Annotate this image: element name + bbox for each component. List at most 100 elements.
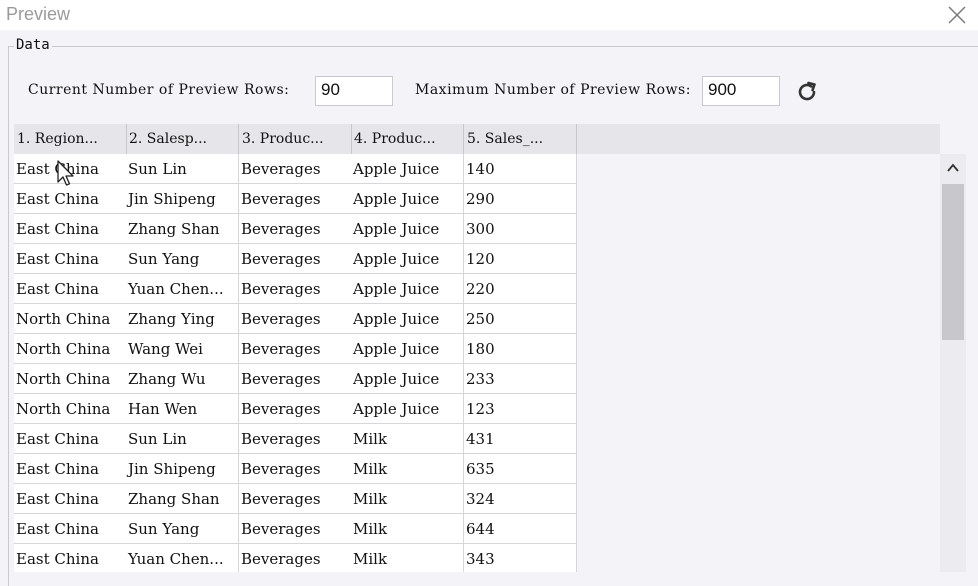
mouse-cursor-icon [57, 160, 74, 186]
table-cell[interactable]: Apple Juice [351, 364, 464, 394]
table-row[interactable]: East China Sun Lin Beverages Apple Juice 140 [14, 154, 577, 184]
table-cell[interactable]: East China [14, 184, 127, 214]
table-cell[interactable]: Milk [351, 484, 464, 514]
table-row[interactable]: East China Sun Yang Beverages Apple Juice 12… [14, 244, 577, 274]
column-header[interactable]: 3. Produc... [239, 124, 352, 154]
table-cell[interactable]: Apple Juice [351, 334, 464, 364]
window-title: Preview [6, 4, 71, 24]
table-cell[interactable]: Zhang Wu [126, 364, 239, 394]
table-cell[interactable]: East China [14, 274, 127, 304]
table-row[interactable]: East China Sun Yang Beverages Milk 644 [14, 514, 577, 544]
table-cell[interactable]: Apple Juice [351, 154, 464, 184]
table-cell[interactable]: 233 [464, 364, 577, 394]
table-cell[interactable]: North China [14, 304, 127, 334]
table-cell[interactable]: Han Wen [126, 394, 239, 424]
table-row[interactable]: East China Zhang Shan Beverages Apple Juice… [14, 214, 577, 244]
table-cell[interactable]: Beverages [239, 304, 352, 334]
table-cell[interactable]: Yuan Chen... [126, 544, 239, 572]
table-cell[interactable]: Beverages [239, 484, 352, 514]
table-cell[interactable]: Beverages [239, 184, 352, 214]
column-header[interactable]: 1. Region... [14, 124, 127, 154]
table-cell[interactable]: East China [14, 484, 127, 514]
table-row[interactable]: North China Zhang Ying Beverages Apple Juic… [14, 304, 577, 334]
table-cell[interactable]: Milk [351, 454, 464, 484]
table-cell[interactable]: Beverages [239, 514, 352, 544]
table-cell[interactable]: Apple Juice [351, 274, 464, 304]
table-cell[interactable]: 635 [464, 454, 577, 484]
table-cell[interactable]: North China [14, 394, 127, 424]
table-cell[interactable]: Sun Yang [126, 514, 239, 544]
table-cell[interactable]: Beverages [239, 244, 352, 274]
table-cell[interactable]: 250 [464, 304, 577, 334]
table-cell[interactable]: Wang Wei [126, 334, 239, 364]
table-cell[interactable]: Jin Shipeng [126, 184, 239, 214]
table-cell[interactable]: Apple Juice [351, 394, 464, 424]
table-cell[interactable]: East China [14, 424, 127, 454]
table-cell[interactable]: Apple Juice [351, 244, 464, 274]
table-cell[interactable]: Beverages [239, 214, 352, 244]
table-row[interactable]: North China Wang Wei Beverages Apple Juice 1… [14, 334, 577, 364]
table-cell[interactable]: Zhang Ying [126, 304, 239, 334]
scroll-thumb[interactable] [942, 184, 964, 340]
max-rows-input[interactable]: 900 [702, 76, 780, 106]
table-cell[interactable]: Beverages [239, 334, 352, 364]
table-cell[interactable]: Milk [351, 424, 464, 454]
table-cell[interactable]: Beverages [239, 544, 352, 572]
table-cell[interactable]: East China [14, 514, 127, 544]
table-row[interactable]: East China Zhang Shan Beverages Milk 324 [14, 484, 577, 514]
table-cell[interactable]: 290 [464, 184, 577, 214]
table-cell[interactable]: Jin Shipeng [126, 454, 239, 484]
table-row[interactable]: East China Yuan Chen... Beverages Milk 343 [14, 544, 577, 572]
table-cell[interactable]: Apple Juice [351, 304, 464, 334]
current-rows-input[interactable]: 90 [315, 76, 393, 106]
table-cell[interactable]: Apple Juice [351, 214, 464, 244]
chevron-up-icon [947, 163, 959, 172]
table-cell[interactable]: Beverages [239, 454, 352, 484]
table-cell[interactable]: 220 [464, 274, 577, 304]
table-cell[interactable]: 300 [464, 214, 577, 244]
table-cell[interactable]: Apple Juice [351, 184, 464, 214]
table-cell[interactable]: North China [14, 364, 127, 394]
table-cell[interactable]: East China [14, 544, 127, 572]
table-cell[interactable]: 324 [464, 484, 577, 514]
table-row[interactable]: East China Sun Lin Beverages Milk 431 [14, 424, 577, 454]
table-row[interactable]: North China Zhang Wu Beverages Apple Juice 2… [14, 364, 577, 394]
table-cell[interactable]: 120 [464, 244, 577, 274]
table-cell[interactable]: 123 [464, 394, 577, 424]
close-button[interactable] [940, 0, 974, 30]
table-cell[interactable]: Zhang Shan [126, 484, 239, 514]
scroll-up-button[interactable] [940, 154, 966, 182]
refresh-button[interactable] [794, 79, 820, 105]
table-cell[interactable]: East China [14, 214, 127, 244]
column-header[interactable]: 2. Salesp... [126, 124, 239, 154]
table-row[interactable]: East China Jin Shipeng Beverages Apple Juic… [14, 184, 577, 214]
table-cell[interactable]: Zhang Shan [126, 214, 239, 244]
table-cell[interactable]: Sun Yang [126, 244, 239, 274]
table-row[interactable]: East China Jin Shipeng Beverages Milk 635 [14, 454, 577, 484]
table-cell[interactable]: Beverages [239, 154, 352, 184]
table-row[interactable]: East China Yuan Chen... Beverages Apple Jui… [14, 274, 577, 304]
table-cell[interactable]: Sun Lin [126, 424, 239, 454]
table-cell[interactable]: Yuan Chen... [126, 274, 239, 304]
column-header[interactable]: 4. Produc... [351, 124, 464, 154]
table-cell[interactable]: 431 [464, 424, 577, 454]
table-cell[interactable]: Beverages [239, 424, 352, 454]
table-cell[interactable]: Milk [351, 544, 464, 572]
preview-table: 1. Region... 2. Salesp... 3. Produc... 4. P… [14, 124, 965, 572]
table-row[interactable]: North China Han Wen Beverages Apple Juice 12… [14, 394, 577, 424]
table-cell[interactable]: 343 [464, 544, 577, 572]
table-cell[interactable]: East China [14, 244, 127, 274]
table-cell[interactable]: Sun Lin [126, 154, 239, 184]
table-cell[interactable]: Beverages [239, 274, 352, 304]
current-rows-label: Current Number of Preview Rows: [28, 82, 290, 98]
table-cell[interactable]: Milk [351, 514, 464, 544]
table-cell[interactable]: North China [14, 334, 127, 364]
table-cell[interactable]: Beverages [239, 364, 352, 394]
column-header[interactable]: 5. Sales_... [464, 124, 577, 154]
table-cell[interactable]: 180 [464, 334, 577, 364]
table-cell[interactable]: 140 [464, 154, 577, 184]
table-cell[interactable]: 644 [464, 514, 577, 544]
table-cell[interactable]: Beverages [239, 394, 352, 424]
vertical-scrollbar[interactable] [940, 154, 966, 572]
table-cell[interactable]: East China [14, 454, 127, 484]
